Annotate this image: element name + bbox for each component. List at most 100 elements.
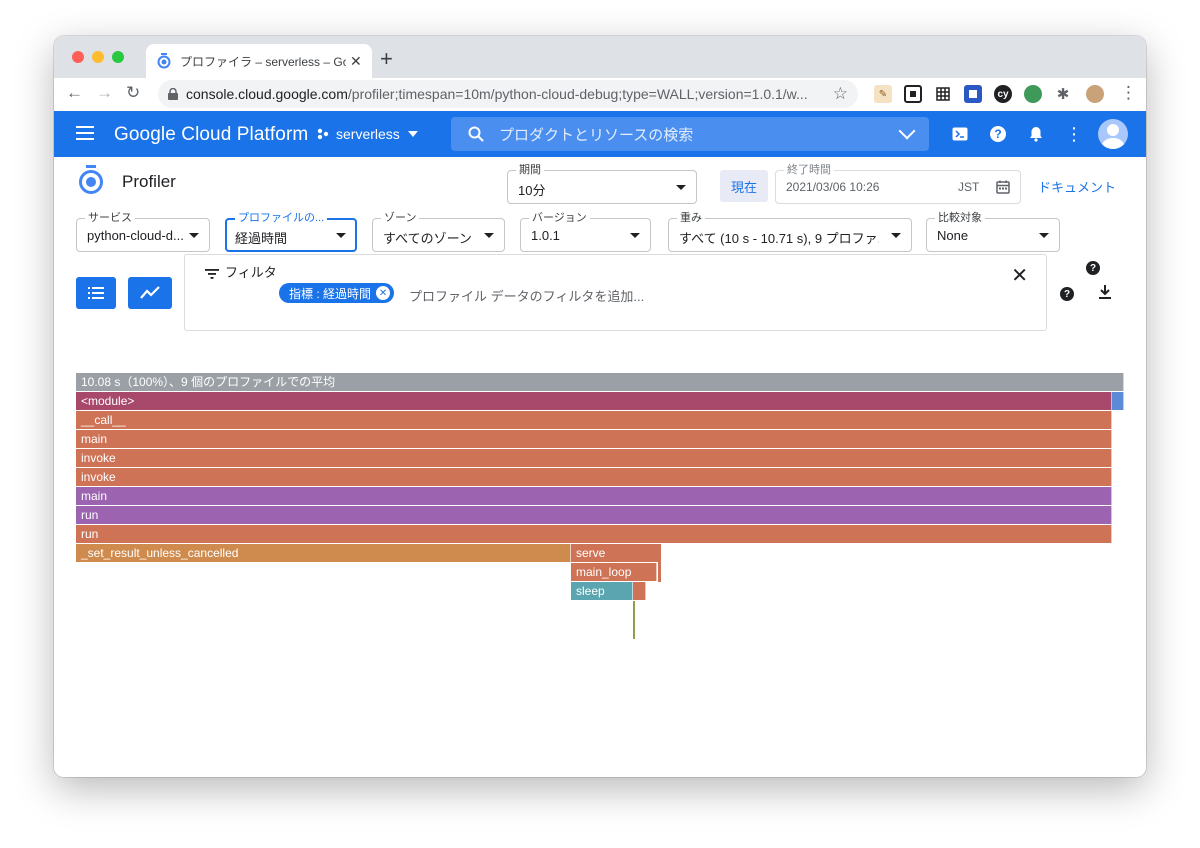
new-tab-button[interactable]: +: [380, 46, 393, 72]
now-button[interactable]: 現在: [720, 170, 768, 202]
profile-avatar[interactable]: [1086, 85, 1104, 103]
timezone-text: JST: [958, 180, 980, 194]
flame-frame[interactable]: run: [76, 525, 1112, 543]
trend-view-button[interactable]: [128, 277, 172, 309]
flame-frame[interactable]: [658, 544, 661, 582]
flame-frame[interactable]: sleep: [571, 582, 633, 600]
search-expand-chevron-icon[interactable]: [898, 122, 916, 140]
search-icon: [468, 126, 484, 142]
version-select[interactable]: バージョン 1.0.1: [520, 211, 651, 252]
brand-name[interactable]: Google Cloud Platform: [114, 124, 308, 146]
zone-label: ゾーン: [381, 211, 420, 225]
flame-frame[interactable]: [633, 582, 646, 600]
forward-arrow-icon[interactable]: →: [96, 83, 113, 103]
tab-profiler[interactable]: プロファイラ – serverless – Google Cloud Platf…: [146, 44, 372, 78]
url-text: console.cloud.google.com/profiler;timesp…: [186, 86, 808, 102]
flame-frame[interactable]: main_loop: [571, 563, 657, 581]
flame-frame[interactable]: [1112, 392, 1124, 410]
cloud-shell-icon[interactable]: [950, 124, 970, 144]
compare-select[interactable]: 比較対象 None: [926, 211, 1060, 252]
browser-toolbar: ← → ↻ console.cloud.google.com/profiler;…: [54, 78, 1146, 112]
address-bar[interactable]: console.cloud.google.com/profiler;timesp…: [158, 80, 858, 108]
project-selector[interactable]: serverless: [316, 126, 418, 142]
flame-frame[interactable]: serve: [571, 544, 659, 562]
weight-select[interactable]: 重み すべて (10 s - 10.71 s), 9 プロファ...: [668, 211, 912, 252]
profiler-content: Profiler 期間 10分 現在 終了時間 2021/03/06 10:26…: [54, 157, 1146, 777]
weight-value: すべて (10 s - 10.71 s), 9 プロファ...: [679, 231, 879, 246]
browser-menu-icon[interactable]: ⋮: [1120, 83, 1137, 103]
filter-help-icon[interactable]: ?: [1060, 287, 1074, 301]
profiler-favicon-icon: [156, 53, 172, 69]
filter-bar[interactable]: フィルタ 指標 : 経過時間 ✕ プロファイル データのフィルタを追加... ✕: [184, 254, 1047, 331]
profile-type-select[interactable]: プロファイルの... 経過時間: [225, 211, 357, 252]
chip-remove-icon[interactable]: ✕: [376, 286, 391, 300]
tab-title: プロファイラ – serverless – Google Cloud Platf…: [180, 54, 346, 69]
lock-icon: [168, 88, 178, 100]
chevron-down-icon: [1039, 233, 1049, 238]
period-select[interactable]: 期間 10分: [507, 163, 697, 204]
zone-value: すべてのゾーン: [383, 231, 472, 246]
filter-input-placeholder[interactable]: プロファイル データのフィルタを追加...: [409, 286, 644, 305]
filter-chip-text: 指標 : 経過時間: [289, 286, 372, 301]
chevron-down-icon: [407, 131, 418, 137]
close-window-button[interactable]: [72, 51, 84, 63]
weight-label: 重み: [677, 211, 705, 225]
flame-frame[interactable]: _set_result_unless_cancelled: [76, 544, 571, 562]
extension-cy-icon[interactable]: cy: [994, 85, 1012, 103]
period-value: 10分: [518, 183, 546, 198]
tab-strip: プロファイラ – serverless – Google Cloud Platf…: [54, 36, 1146, 78]
service-value: python-cloud-d...: [87, 228, 184, 243]
flame-frame[interactable]: __call__: [76, 411, 1112, 429]
flame-frame[interactable]: main: [76, 487, 1112, 505]
flame-frame[interactable]: <module>: [76, 392, 1112, 410]
extension-grid-icon[interactable]: [934, 85, 952, 103]
back-arrow-icon[interactable]: ←: [66, 83, 83, 103]
flame-root-frame[interactable]: 10.08 s（100%）、9 個のプロファイルでの平均: [76, 373, 1124, 391]
trend-line-icon: [140, 286, 160, 299]
notifications-bell-icon[interactable]: [1026, 124, 1046, 144]
documentation-link[interactable]: ドキュメント: [1038, 177, 1116, 196]
extension-paint-icon[interactable]: ✎: [874, 85, 892, 103]
page-title: Profiler: [122, 172, 176, 191]
search-bar[interactable]: プロダクトとリソースの検索: [451, 117, 929, 151]
filter-chip-metric[interactable]: 指標 : 経過時間 ✕: [279, 283, 395, 303]
list-icon: [88, 287, 104, 299]
download-icon[interactable]: [1098, 284, 1112, 300]
help-icon[interactable]: ?: [988, 124, 1008, 144]
clear-filter-icon[interactable]: ✕: [1011, 263, 1028, 288]
chevron-down-icon: [336, 233, 346, 238]
compare-label: 比較対象: [935, 211, 985, 225]
reload-icon[interactable]: ↻: [126, 83, 140, 103]
calendar-icon[interactable]: [996, 180, 1010, 194]
more-options-icon[interactable]: ⋮: [1064, 124, 1084, 144]
list-view-button[interactable]: [76, 277, 116, 309]
account-avatar[interactable]: [1098, 119, 1128, 149]
minimize-window-button[interactable]: [92, 51, 104, 63]
project-name: serverless: [336, 126, 400, 142]
tab-close-icon[interactable]: ✕: [350, 53, 362, 70]
extension-leaf-icon[interactable]: [1024, 85, 1042, 103]
extension-square-icon[interactable]: [904, 85, 922, 103]
extension-bookmark-icon[interactable]: [964, 85, 982, 103]
chevron-down-icon: [891, 233, 901, 238]
period-label: 期間: [516, 163, 544, 177]
bookmark-star-icon[interactable]: ☆: [833, 84, 848, 104]
flame-frame[interactable]: invoke: [76, 468, 1112, 486]
service-select[interactable]: サービス python-cloud-d...: [76, 211, 210, 252]
zoom-window-button[interactable]: [112, 51, 124, 63]
gcp-header: Google Cloud Platform serverless プロダクトとリ…: [54, 111, 1146, 157]
flame-frame[interactable]: invoke: [76, 449, 1112, 467]
filters-help-icon[interactable]: ?: [1086, 261, 1100, 275]
version-value: 1.0.1: [531, 228, 560, 243]
profile-type-label: プロファイルの...: [235, 211, 328, 225]
zone-select[interactable]: ゾーン すべてのゾーン: [372, 211, 505, 252]
hamburger-menu-icon[interactable]: [76, 126, 94, 144]
filter-label: フィルタ: [225, 265, 277, 280]
flame-frame[interactable]: [633, 601, 635, 639]
flame-frame[interactable]: run: [76, 506, 1112, 524]
flame-frame[interactable]: main: [76, 430, 1112, 448]
end-time-label: 終了時間: [784, 163, 834, 177]
end-time-field[interactable]: 終了時間 2021/03/06 10:26 JST: [775, 163, 1021, 204]
version-label: バージョン: [529, 211, 590, 225]
extensions-puzzle-icon[interactable]: ✱: [1054, 85, 1072, 103]
